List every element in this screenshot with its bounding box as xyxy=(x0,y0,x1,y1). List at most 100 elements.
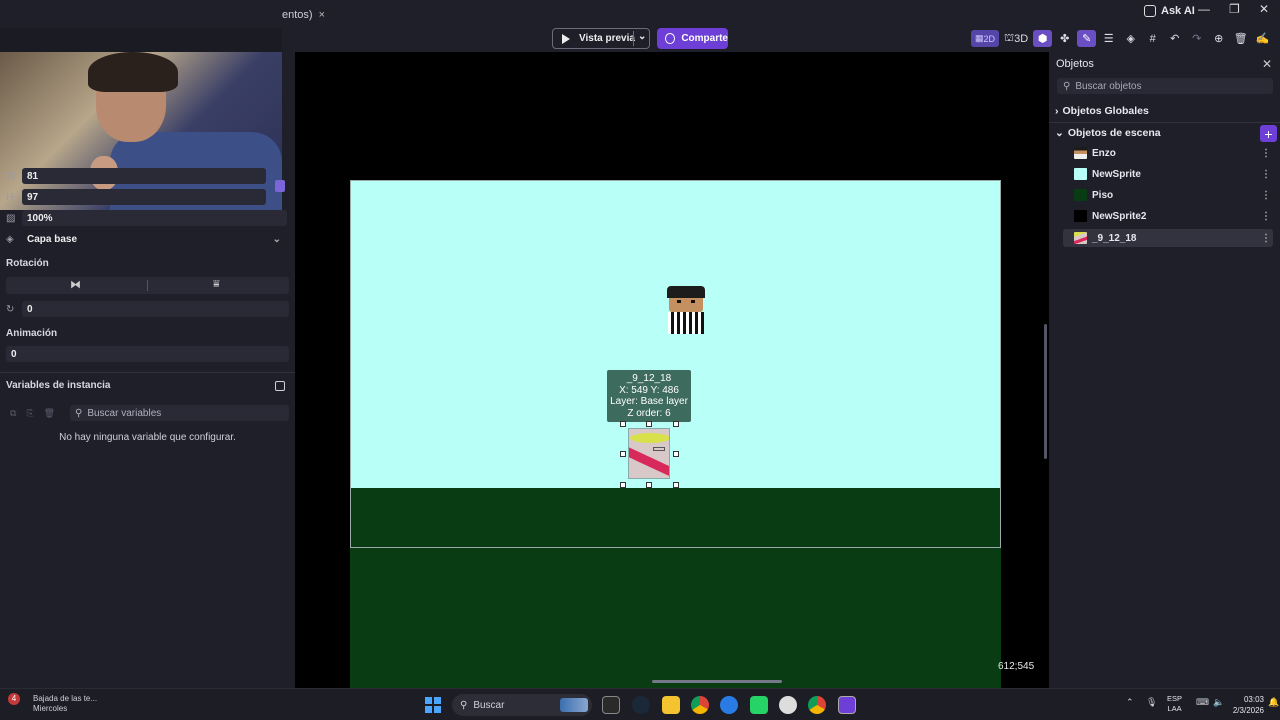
flip-controls: ⧓ ⩸ xyxy=(6,277,289,294)
task-view-icon[interactable] xyxy=(602,696,620,714)
selected-sprite[interactable] xyxy=(628,428,670,479)
layers-icon[interactable]: ◈ xyxy=(1121,30,1140,47)
lock-ratio-icon[interactable] xyxy=(275,180,285,192)
resize-handle[interactable] xyxy=(673,421,679,427)
ask-ai-label: Ask AI xyxy=(1161,5,1195,17)
list-item[interactable]: Piso ⋮ xyxy=(1063,186,1273,204)
layer-select[interactable]: Capa base ⌄ xyxy=(22,231,287,247)
tab-close-icon[interactable]: × xyxy=(319,9,325,21)
restore-icon[interactable]: ❐ xyxy=(1229,2,1240,16)
redo-icon[interactable]: ↷ xyxy=(1187,30,1206,47)
more-icon[interactable]: ⋮ xyxy=(1261,169,1271,180)
close-icon[interactable]: ✕ xyxy=(1262,57,1272,71)
notification-badge: 4 xyxy=(8,693,20,705)
steam-icon[interactable] xyxy=(632,696,650,714)
edit-icon[interactable]: ✎ xyxy=(1077,30,1097,47)
volume-icon[interactable]: 🔈 xyxy=(1213,697,1224,708)
delete-icon[interactable]: 🗑 xyxy=(44,408,55,419)
variables-search-input[interactable]: ⚲ Buscar variables xyxy=(70,405,289,421)
horizontal-scrollbar[interactable] xyxy=(652,680,782,683)
list-icon[interactable]: ☰ xyxy=(1099,30,1118,47)
resize-handle[interactable] xyxy=(673,482,679,488)
edge-icon[interactable] xyxy=(720,696,738,714)
play-icon xyxy=(562,33,570,44)
app-icon[interactable] xyxy=(779,696,797,714)
properties-panel: W 81 H 97 ▨ 100% ◈ Capa base ⌄ Rotación ⧓… xyxy=(0,52,295,688)
object-thumbnail xyxy=(1074,232,1087,244)
chevron-up-icon[interactable]: ⌃ xyxy=(1126,697,1134,708)
cube-icon[interactable]: ⬢ xyxy=(1033,30,1053,47)
globe-icon xyxy=(665,33,676,44)
clock[interactable]: 03:03 2/3/2026 xyxy=(1232,694,1264,716)
scene-canvas[interactable]: _9_12_18 X: 549 Y: 486 Layer: Base layer… xyxy=(295,52,1049,688)
chrome-profile-icon[interactable] xyxy=(808,696,826,714)
width-input[interactable]: 81 xyxy=(22,168,266,184)
language-indicator[interactable]: ESP LAA xyxy=(1167,694,1182,714)
opacity-row: ▨ 100% xyxy=(6,210,287,226)
whatsapp-icon[interactable] xyxy=(750,696,768,714)
chevron-down-icon[interactable]: ⌄ xyxy=(638,31,646,42)
resize-handle[interactable] xyxy=(646,482,652,488)
notification-widget[interactable]: 4 Bajada de las te... Miercoles xyxy=(8,693,97,714)
paste-icon[interactable]: ⎘ xyxy=(26,408,33,419)
height-input[interactable]: 97 xyxy=(22,189,266,205)
chrome-icon[interactable] xyxy=(691,696,709,714)
editor-tab[interactable]: entos) × xyxy=(282,4,333,26)
view-3d-button[interactable]: ⛫ 3D xyxy=(1002,30,1030,47)
gdevelop-icon[interactable] xyxy=(838,696,856,714)
copy-icon[interactable]: ⧉ xyxy=(10,408,16,419)
resize-handle[interactable] xyxy=(646,421,652,427)
flip-vertical-icon[interactable]: ⩸ xyxy=(213,278,220,291)
taskbar-search[interactable]: ⚲ Buscar xyxy=(452,694,592,716)
close-window-icon[interactable]: ✕ xyxy=(1259,2,1269,16)
rotation-input[interactable]: 0 xyxy=(22,301,289,317)
objects-search-input[interactable]: ⚲ Buscar objetos xyxy=(1057,78,1273,94)
search-icon: ⚲ xyxy=(1063,80,1071,92)
toolbar-icons: ▦ 2D ⛫ 3D ⬢ ✤ ✎ ☰ ◈ # ↶ ↷ ⊕ 🗑 ✍ xyxy=(971,30,1272,47)
resize-handle[interactable] xyxy=(673,451,679,457)
resize-handle[interactable] xyxy=(620,451,626,457)
list-item[interactable]: _9_12_18 ⋮ xyxy=(1063,229,1273,247)
notifications-icon[interactable]: 🔔 xyxy=(1268,697,1279,708)
add-object-button[interactable]: + xyxy=(1260,125,1277,142)
ask-ai-button[interactable]: Ask AI xyxy=(1144,5,1195,17)
resize-handle[interactable] xyxy=(620,482,626,488)
opacity-input[interactable]: 100% xyxy=(22,210,287,226)
list-item[interactable]: NewSprite ⋮ xyxy=(1063,165,1273,183)
undo-icon[interactable]: ↶ xyxy=(1165,30,1184,47)
scene-objects-group[interactable]: ⌄ Objetos de escena xyxy=(1055,127,1161,139)
more-icon[interactable]: ⋮ xyxy=(1261,211,1271,222)
share-button[interactable]: Comparte xyxy=(657,28,728,49)
grid-icon[interactable]: # xyxy=(1143,30,1162,47)
global-objects-group[interactable]: › Objetos Globales xyxy=(1055,105,1149,117)
trash-icon[interactable]: 🗑 xyxy=(1231,30,1250,47)
objects-icon[interactable]: ✤ xyxy=(1055,30,1074,47)
zoom-icon[interactable]: ⊕ xyxy=(1209,30,1228,47)
layer-row: ◈ Capa base ⌄ xyxy=(6,231,287,247)
preview-button[interactable]: Vista previa ⌄ xyxy=(552,28,650,49)
more-icon[interactable]: ⋮ xyxy=(1261,148,1271,159)
objects-panel-title: Objetos xyxy=(1056,58,1094,70)
list-item[interactable]: Enzo ⋮ xyxy=(1063,144,1273,162)
object-thumbnail xyxy=(1074,189,1087,201)
tooltip-zorder: Z order: 6 xyxy=(627,407,671,419)
list-item[interactable]: NewSprite2 ⋮ xyxy=(1063,207,1273,225)
animation-input[interactable]: 0 xyxy=(6,346,289,362)
flip-horizontal-icon[interactable]: ⧓ xyxy=(70,278,81,291)
search-icon: ⚲ xyxy=(460,699,468,711)
microphone-icon[interactable]: 🎙 xyxy=(1146,697,1157,708)
enzo-sprite[interactable] xyxy=(667,286,705,334)
external-link-icon[interactable] xyxy=(275,381,285,391)
file-explorer-icon[interactable] xyxy=(662,696,680,714)
vertical-scrollbar[interactable] xyxy=(1044,324,1047,459)
resize-handle[interactable] xyxy=(620,421,626,427)
minimize-icon[interactable]: — xyxy=(1198,2,1210,16)
network-icon[interactable]: ⌨ xyxy=(1196,697,1209,708)
edit-note-icon[interactable]: ✍ xyxy=(1253,30,1272,47)
search-icon: ⚲ xyxy=(75,407,83,419)
ask-ai-icon xyxy=(1144,5,1156,17)
view-2d-button[interactable]: ▦ 2D xyxy=(971,30,1000,47)
more-icon[interactable]: ⋮ xyxy=(1261,190,1271,201)
more-icon[interactable]: ⋮ xyxy=(1261,233,1271,244)
windows-start-icon[interactable] xyxy=(425,697,441,713)
